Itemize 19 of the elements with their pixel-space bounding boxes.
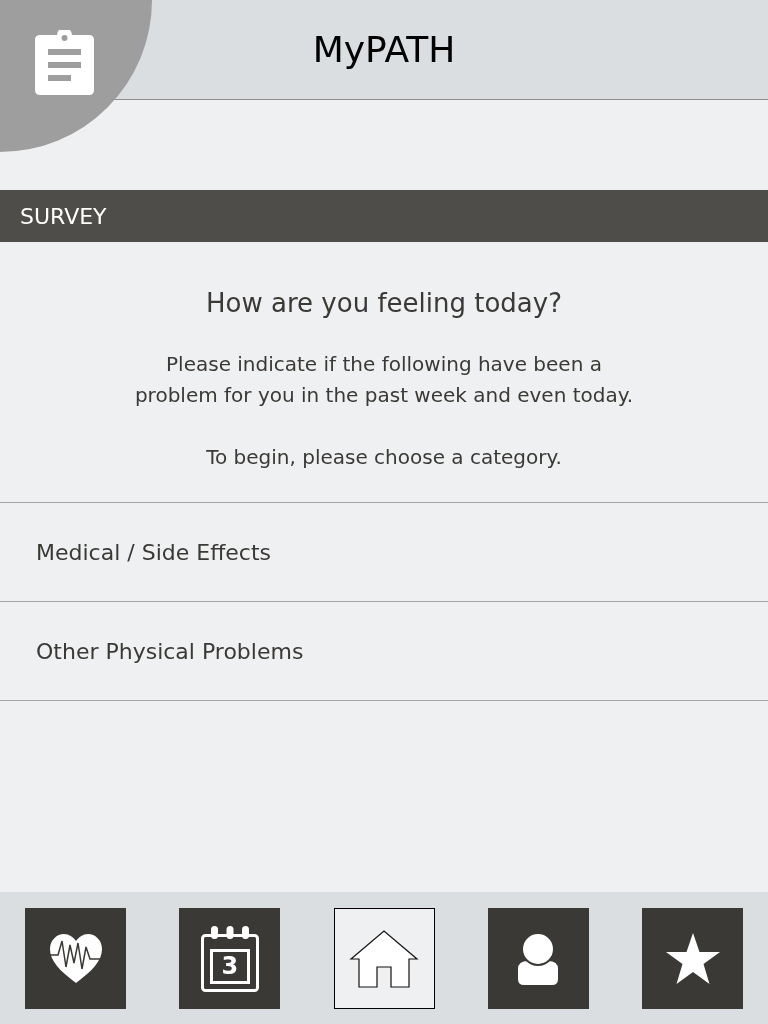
section-title: SURVEY (20, 202, 107, 231)
survey-heading: How are you feeling today? (206, 287, 562, 320)
tab-button[interactable] (25, 908, 126, 1009)
prompt-text: To begin, please choose a category. (206, 444, 562, 471)
star-icon (665, 932, 720, 985)
tab-button[interactable] (333, 908, 435, 1009)
person-icon (518, 932, 559, 985)
category-item[interactable]: Medical / Side Effects (0, 503, 768, 602)
tab-button[interactable] (487, 908, 589, 1009)
app-title: MyPATH (312, 27, 456, 72)
tab-button[interactable]: 3 (179, 908, 281, 1009)
clipboard-icon (35, 30, 94, 95)
tab-button[interactable] (642, 908, 743, 1009)
instruction-text: problem for you in the past week and even today. (134, 382, 634, 409)
calendar-date: 3 (220, 951, 240, 981)
home-icon (349, 928, 419, 989)
calendar-icon (200, 925, 259, 992)
instruction-text: Please indicate if the following have been a (166, 351, 602, 378)
category-item[interactable]: Other Physical Problems (0, 602, 768, 701)
